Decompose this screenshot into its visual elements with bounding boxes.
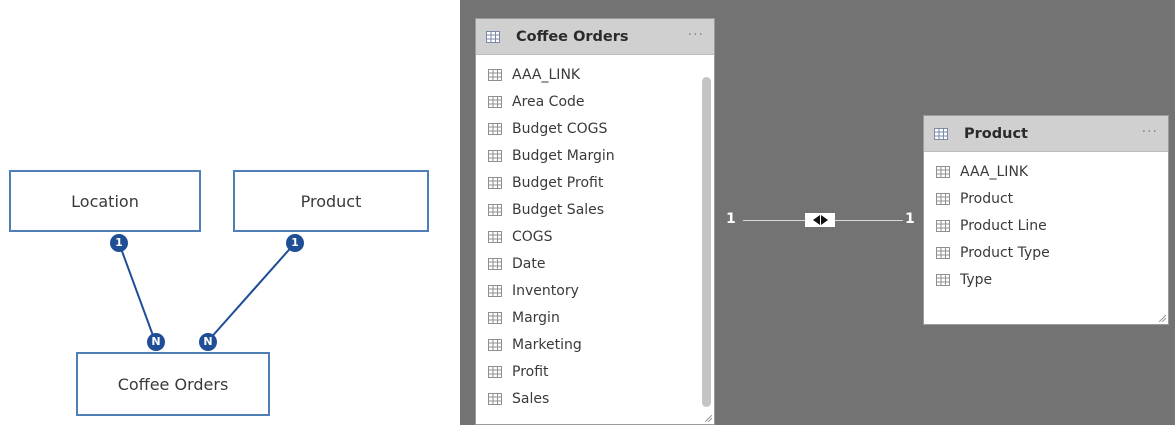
field-item[interactable]: Type	[924, 266, 1168, 293]
link-product-orders	[207, 242, 296, 342]
schema-table-product[interactable]: Product	[233, 170, 429, 232]
field-item[interactable]: Date	[476, 250, 714, 277]
field-icon	[488, 122, 502, 135]
field-icon	[488, 203, 502, 216]
field-item[interactable]: COGS	[476, 223, 714, 250]
field-label: Sales	[512, 390, 550, 407]
field-icon	[488, 338, 502, 351]
field-icon	[936, 165, 950, 178]
field-item[interactable]: Product Type	[924, 239, 1168, 266]
schema-table-location[interactable]: Location	[9, 170, 201, 232]
field-label: Inventory	[512, 282, 579, 299]
field-label: Budget Margin	[512, 147, 615, 164]
table-card-header[interactable]: Product ···	[924, 116, 1168, 152]
table-icon	[934, 127, 948, 140]
field-list: AAA_LINK Product Product Line Product Type T…	[924, 152, 1168, 293]
field-label: Margin	[512, 309, 560, 326]
schema-table-label: Coffee Orders	[117, 374, 229, 394]
field-item[interactable]: Product Line	[924, 212, 1168, 239]
field-label: Marketing	[512, 336, 582, 353]
field-label: Product Line	[960, 217, 1047, 234]
field-label: Product	[960, 190, 1014, 207]
field-label: AAA_LINK	[512, 66, 581, 83]
schema-table-label: Product	[300, 191, 362, 211]
field-label: Date	[512, 255, 546, 272]
resize-grip-icon[interactable]	[1159, 315, 1166, 322]
cardinality-badge: N	[199, 333, 217, 351]
field-item[interactable]: Sales	[476, 385, 714, 412]
field-icon	[936, 273, 950, 286]
arrow-left-icon	[812, 215, 820, 225]
field-label: COGS	[512, 228, 553, 245]
field-item[interactable]: AAA_LINK	[476, 61, 714, 88]
field-label: Budget Profit	[512, 174, 604, 191]
field-label: AAA_LINK	[960, 163, 1029, 180]
field-label: Profit	[512, 363, 549, 380]
bidirectional-filter-icon[interactable]	[805, 213, 835, 227]
field-item[interactable]: Budget Margin	[476, 142, 714, 169]
table-card-title: Product	[964, 125, 1028, 142]
schema-table-coffee-orders[interactable]: Coffee Orders	[76, 352, 270, 416]
field-item[interactable]: Margin	[476, 304, 714, 331]
cardinality-badge: 1	[110, 234, 128, 252]
model-canvas[interactable]: Coffee Orders ··· AAA_LINK Area Code Budge…	[460, 0, 1175, 425]
table-card-product[interactable]: Product ··· AAA_LINK Product Product Line P…	[923, 115, 1169, 325]
field-icon	[488, 149, 502, 162]
table-card-header[interactable]: Coffee Orders ···	[476, 19, 714, 55]
schema-table-label: Location	[71, 191, 139, 211]
field-label: Product Type	[960, 244, 1050, 261]
more-options-icon[interactable]: ···	[688, 27, 704, 43]
field-icon	[488, 230, 502, 243]
field-icon	[488, 392, 502, 405]
field-icon	[488, 311, 502, 324]
field-item[interactable]: Area Code	[476, 88, 714, 115]
field-label: Area Code	[512, 93, 585, 110]
cardinality-right: 1	[905, 211, 915, 227]
field-item[interactable]: Inventory	[476, 277, 714, 304]
field-icon	[488, 95, 502, 108]
field-item[interactable]: Profit	[476, 358, 714, 385]
table-icon	[486, 30, 500, 43]
field-item[interactable]: Budget Profit	[476, 169, 714, 196]
field-label: Budget COGS	[512, 120, 608, 137]
field-label: Type	[960, 271, 993, 288]
field-icon	[488, 284, 502, 297]
field-icon	[488, 257, 502, 270]
scrollbar[interactable]	[702, 77, 711, 407]
field-item[interactable]: Marketing	[476, 331, 714, 358]
field-item[interactable]: Product	[924, 185, 1168, 212]
cardinality-left: 1	[726, 211, 736, 227]
table-card-coffee-orders[interactable]: Coffee Orders ··· AAA_LINK Area Code Budge…	[475, 18, 715, 425]
more-options-icon[interactable]: ···	[1142, 124, 1158, 140]
field-icon	[936, 219, 950, 232]
field-icon	[488, 176, 502, 189]
cardinality-badge: N	[147, 333, 165, 351]
field-icon	[488, 68, 502, 81]
schema-diagram: Location Product Coffee Orders 1 1 N N	[0, 0, 460, 425]
link-location-orders	[118, 242, 156, 342]
field-icon	[936, 246, 950, 259]
field-icon	[488, 365, 502, 378]
field-list: AAA_LINK Area Code Budget COGS Budget Margi…	[476, 55, 714, 412]
field-item[interactable]: Budget Sales	[476, 196, 714, 223]
resize-grip-icon[interactable]	[705, 415, 712, 422]
field-item[interactable]: Budget COGS	[476, 115, 714, 142]
table-card-title: Coffee Orders	[516, 28, 629, 45]
field-icon	[936, 192, 950, 205]
arrow-right-icon	[820, 215, 828, 225]
field-label: Budget Sales	[512, 201, 605, 218]
cardinality-badge: 1	[286, 234, 304, 252]
field-item[interactable]: AAA_LINK	[924, 158, 1168, 185]
